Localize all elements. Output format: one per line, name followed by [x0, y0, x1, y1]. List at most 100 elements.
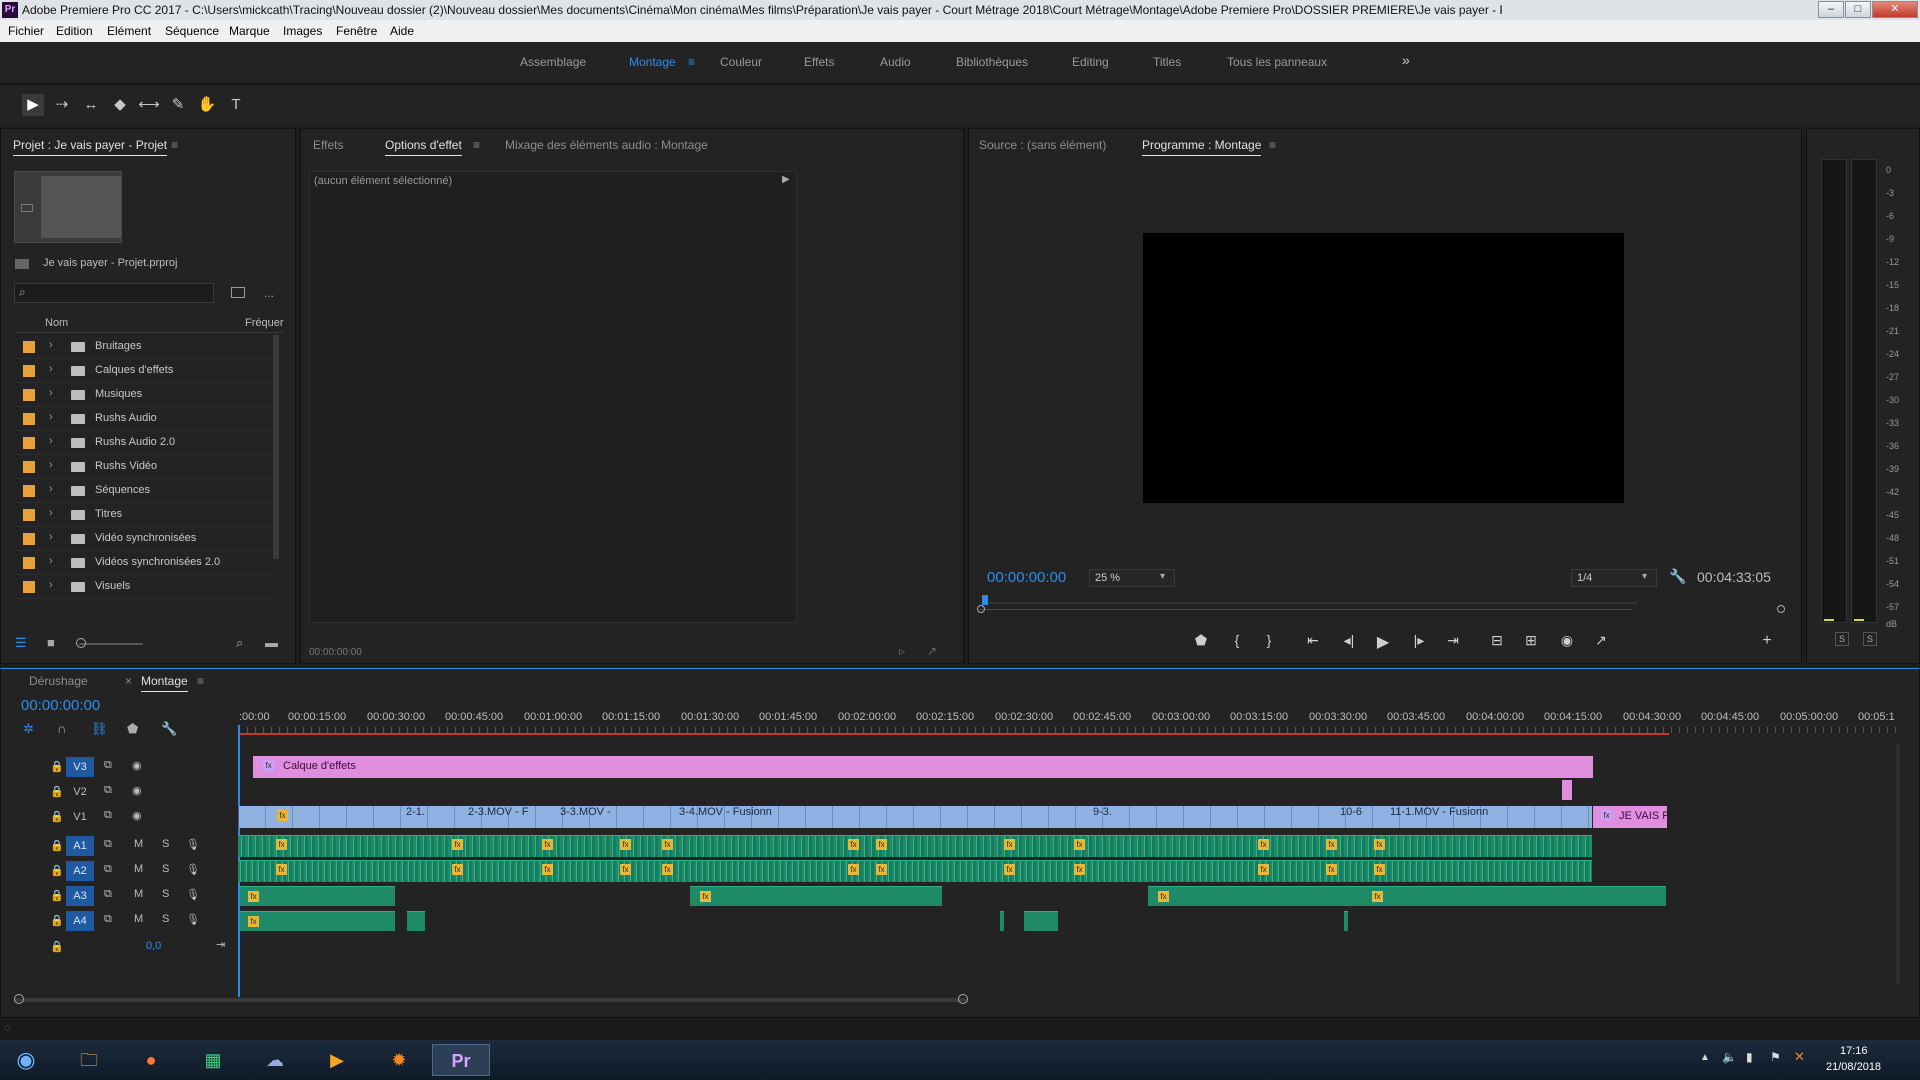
- filter-icon[interactable]: ▹: [899, 644, 905, 658]
- close-tab-icon[interactable]: ×: [125, 674, 132, 688]
- eye-icon[interactable]: ◉: [132, 759, 142, 772]
- zoom-slider-handle[interactable]: [76, 638, 86, 648]
- linked-selection-icon[interactable]: ⛓: [91, 721, 108, 737]
- type-tool-icon[interactable]: T: [225, 94, 247, 116]
- project-panel-title[interactable]: Projet : Je vais payer - Projet: [13, 138, 168, 156]
- project-bin-sequences[interactable]: › Séquences: [15, 479, 275, 503]
- track-select-tool-icon[interactable]: ⇢: [51, 94, 73, 116]
- flag-icon[interactable]: ⚑: [1770, 1050, 1781, 1064]
- menu-edition[interactable]: Edition: [56, 24, 93, 38]
- maximize-button[interactable]: □: [1845, 1, 1871, 18]
- column-name[interactable]: Nom: [45, 317, 68, 329]
- scrollbar-right-handle[interactable]: [958, 994, 968, 1004]
- solo-left-button[interactable]: S: [1835, 632, 1849, 646]
- master-volume-value[interactable]: 0,0: [146, 940, 161, 952]
- menu-aide[interactable]: Aide: [390, 24, 414, 38]
- label-color-swatch[interactable]: [23, 341, 35, 353]
- mark-in-icon[interactable]: {: [1226, 632, 1248, 648]
- add-marker-icon[interactable]: ⬟: [1190, 632, 1212, 649]
- mute-button[interactable]: M: [134, 913, 143, 925]
- export-icon[interactable]: ↗: [927, 644, 937, 658]
- clip-title-end[interactable]: fx JE VAIS P: [1593, 806, 1670, 828]
- expand-arrow-icon[interactable]: ▶: [782, 174, 790, 185]
- label-color-swatch[interactable]: [23, 365, 35, 377]
- tab-source-monitor[interactable]: Source : (sans élément): [979, 138, 1106, 152]
- chevron-right-icon[interactable]: ›: [49, 459, 53, 471]
- media-player-icon[interactable]: ▶: [310, 1044, 364, 1076]
- nox-icon[interactable]: ☁: [248, 1044, 302, 1076]
- project-bin-video-sync-2[interactable]: › Vidéos synchronisées 2.0: [15, 551, 275, 575]
- app-gear-icon[interactable]: ✹: [372, 1044, 426, 1076]
- clip-a4-4[interactable]: [1024, 911, 1058, 931]
- track-target-v3[interactable]: V3: [66, 757, 94, 777]
- lock-icon[interactable]: 🔒: [50, 760, 64, 773]
- sync-lock-icon[interactable]: ⧉: [104, 863, 112, 876]
- list-view-icon[interactable]: ☰: [15, 635, 27, 651]
- firefox-icon[interactable]: ●: [124, 1044, 178, 1076]
- hand-tool-icon[interactable]: ✋: [196, 94, 218, 116]
- workspace-overflow-icon[interactable]: »: [1402, 52, 1410, 68]
- chevron-right-icon[interactable]: ›: [49, 483, 53, 495]
- menu-fenetre[interactable]: Fenêtre: [336, 24, 377, 38]
- new-bin-icon[interactable]: [231, 287, 245, 298]
- find-icon[interactable]: ⌕: [236, 635, 243, 651]
- clock-date[interactable]: 21/08/2018: [1826, 1061, 1881, 1073]
- zoom-select[interactable]: 25 % ▾: [1089, 569, 1175, 587]
- solo-button[interactable]: S: [162, 863, 169, 875]
- nest-icon[interactable]: ✲: [23, 721, 34, 737]
- menu-sequence[interactable]: Séquence: [165, 24, 219, 38]
- new-bin-bottom-icon[interactable]: ▬: [265, 635, 278, 650]
- program-menu-icon[interactable]: ≡: [1269, 138, 1276, 152]
- workspace-bibliotheques[interactable]: Bibliothèques: [956, 55, 1028, 69]
- chevron-right-icon[interactable]: ›: [49, 363, 53, 375]
- solo-button[interactable]: S: [162, 838, 169, 850]
- workspace-effets[interactable]: Effets: [804, 55, 834, 69]
- workspace-editing[interactable]: Editing: [1072, 55, 1109, 69]
- microphone-icon[interactable]: 🎙: [186, 913, 200, 926]
- chevron-right-icon[interactable]: ›: [49, 555, 53, 567]
- zoom-bar-end-handle[interactable]: [1777, 605, 1785, 613]
- clip-v1-strip[interactable]: [238, 806, 1592, 828]
- track-target-a4[interactable]: A4: [66, 911, 94, 931]
- go-to-in-icon[interactable]: ⇤: [1302, 632, 1324, 649]
- label-color-swatch[interactable]: [23, 509, 35, 521]
- chevron-right-icon[interactable]: ›: [49, 387, 53, 399]
- microphone-icon[interactable]: 🎙: [186, 838, 200, 851]
- lock-icon[interactable]: 🔒: [50, 810, 64, 823]
- sync-lock-icon[interactable]: ⧉: [104, 809, 112, 822]
- sync-lock-icon[interactable]: ⧉: [104, 913, 112, 926]
- mute-button[interactable]: M: [134, 888, 143, 900]
- label-color-swatch[interactable]: [23, 485, 35, 497]
- extract-icon[interactable]: ⊞: [1520, 632, 1542, 649]
- label-color-swatch[interactable]: [23, 437, 35, 449]
- export-frame-icon[interactable]: ◉: [1556, 632, 1578, 649]
- lift-icon[interactable]: ⊟: [1486, 632, 1508, 649]
- solo-button[interactable]: S: [162, 888, 169, 900]
- project-bin-titres[interactable]: › Titres: [15, 503, 275, 527]
- minimize-button[interactable]: –: [1818, 1, 1844, 18]
- program-playhead[interactable]: [982, 595, 988, 605]
- project-search-input[interactable]: ⌕: [14, 283, 214, 303]
- start-button[interactable]: ◉: [2, 1044, 50, 1076]
- clip-a3-2[interactable]: fx: [690, 886, 942, 906]
- program-timecode[interactable]: 00:00:00:00: [987, 569, 1066, 586]
- wrench-icon[interactable]: 🔧: [1669, 568, 1686, 585]
- play-button[interactable]: ▶: [1372, 632, 1394, 652]
- ruler-ticks[interactable]: [239, 727, 1899, 733]
- sync-lock-icon[interactable]: ⧉: [104, 784, 112, 797]
- timeline-timecode[interactable]: 00:00:00:00: [21, 697, 100, 714]
- solo-right-button[interactable]: S: [1863, 632, 1877, 646]
- clip-a4-2[interactable]: [407, 911, 425, 931]
- workspace-assemblage[interactable]: Assemblage: [520, 55, 586, 69]
- chevron-right-icon[interactable]: ›: [49, 579, 53, 591]
- lock-icon[interactable]: 🔒: [50, 889, 64, 902]
- resolution-select[interactable]: 1/4 ▾: [1571, 569, 1657, 587]
- label-color-swatch[interactable]: [23, 461, 35, 473]
- step-back-icon[interactable]: ◂|: [1338, 632, 1360, 649]
- workspace-all-panels[interactable]: Tous les panneaux: [1227, 55, 1327, 69]
- clip-v2[interactable]: [1562, 780, 1572, 800]
- clip-effect-layer[interactable]: fx Calque d'effets: [253, 756, 1593, 778]
- program-zoom-bar[interactable]: [979, 609, 1633, 610]
- razor-tool-icon[interactable]: ◆: [109, 94, 131, 116]
- chevron-right-icon[interactable]: ›: [49, 339, 53, 351]
